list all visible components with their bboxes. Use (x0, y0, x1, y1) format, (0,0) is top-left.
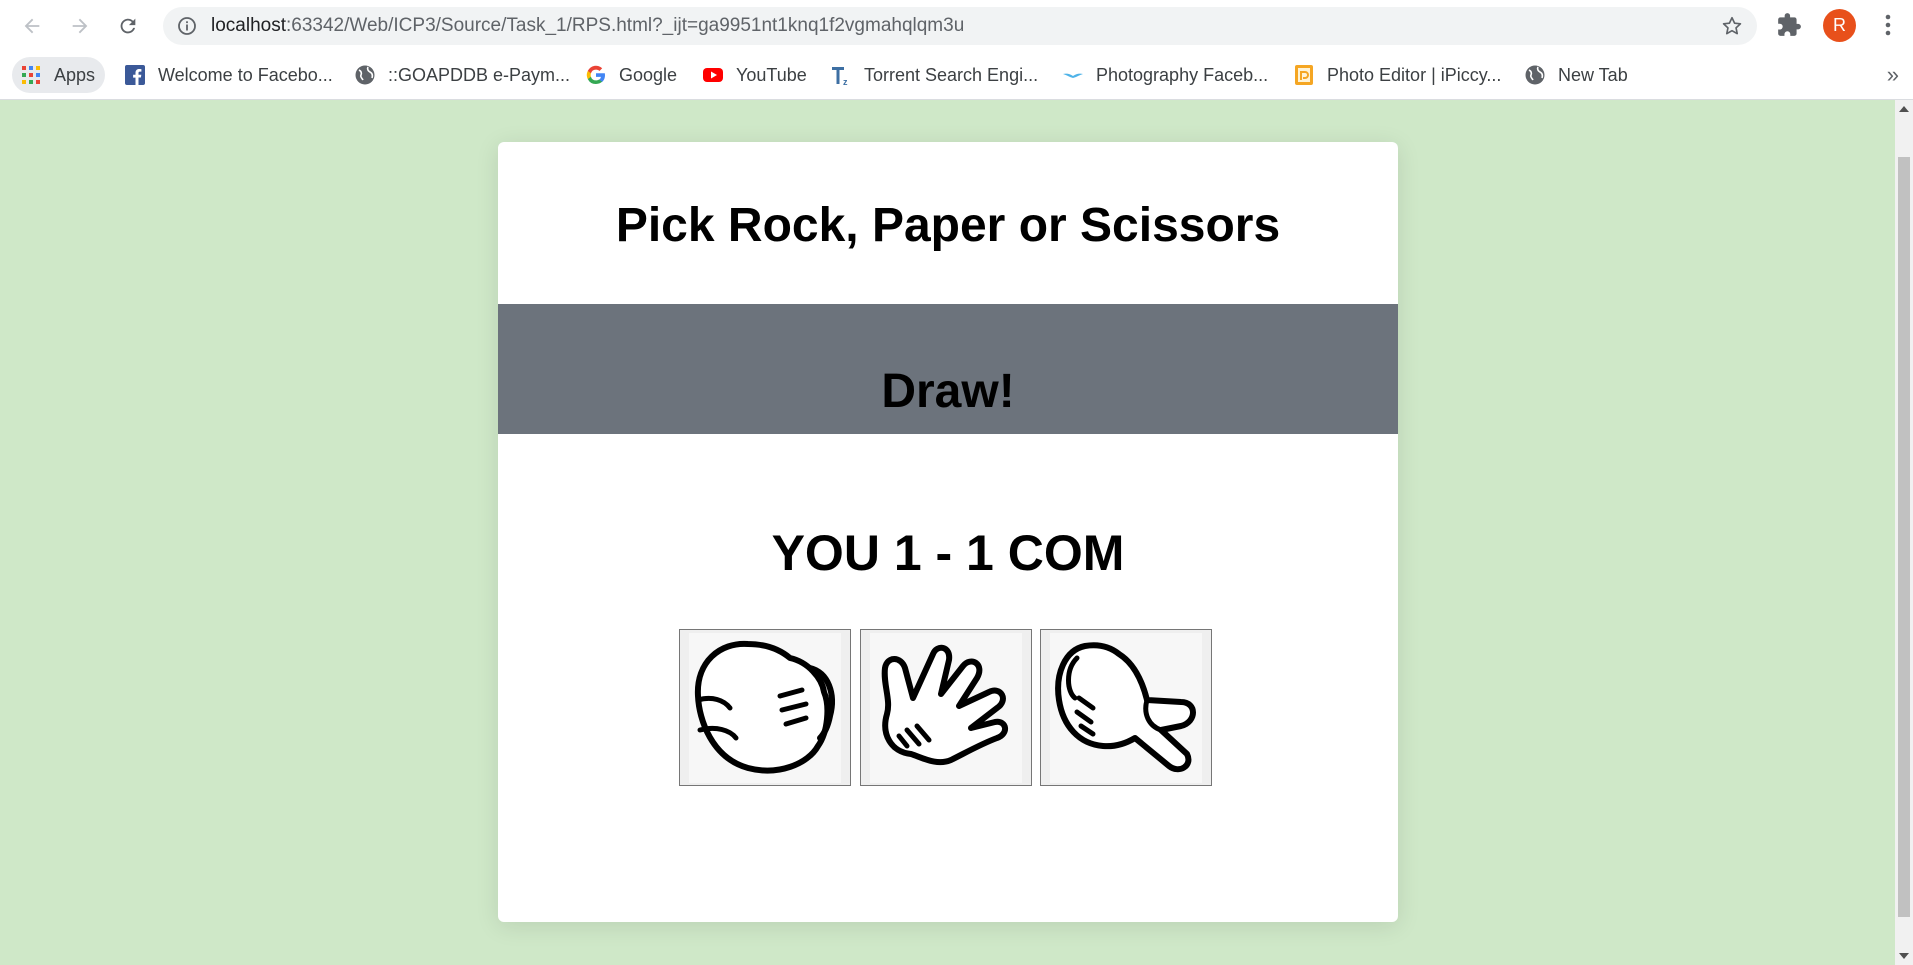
bookmark-google[interactable]: Google (581, 57, 683, 93)
globe-icon (354, 64, 376, 86)
site-info-icon[interactable] (177, 16, 197, 36)
scissors-hand-icon (1055, 641, 1196, 772)
rock-fist-icon (694, 640, 835, 774)
bookmark-label: ::GOAPDDB e-Paym... (388, 64, 571, 85)
rock-button[interactable] (679, 629, 851, 786)
bookmark-apps[interactable]: Apps (12, 57, 106, 93)
forward-button[interactable] (64, 10, 96, 42)
extensions-puzzle-icon[interactable] (1776, 12, 1802, 38)
bookmark-torrent[interactable]: z Torrent Search Engi... (826, 57, 1044, 93)
bookmark-label: Google (619, 64, 678, 85)
bookmark-new-tab[interactable]: New Tab (1520, 57, 1634, 93)
bookmark-label: Photography Faceb... (1096, 64, 1269, 85)
svg-text:z: z (843, 77, 848, 86)
vertical-scrollbar[interactable] (1895, 100, 1913, 965)
youtube-icon (702, 64, 724, 86)
ipiccy-icon (1293, 64, 1315, 86)
browser-toolbar: localhost:63342/Web/ICP3/Source/Task_1/R… (0, 0, 1913, 52)
bookmark-label: Apps (54, 64, 96, 85)
result-banner: Draw! (498, 304, 1398, 434)
scissors-button[interactable] (1040, 629, 1212, 786)
bird-icon (1062, 64, 1084, 86)
google-icon (585, 64, 607, 86)
back-arrow-icon (24, 18, 40, 34)
apps-grid-icon (20, 64, 42, 86)
score-display: YOU 1 - 1 COM (771, 525, 1125, 581)
tz-icon: z (830, 64, 852, 86)
bookmark-ipiccy[interactable]: Photo Editor | iPiccy... (1289, 57, 1507, 93)
bookmarks-bar: Apps Welcome to Facebo... ::GOAPDDB e-Pa… (0, 52, 1913, 100)
scissors-image (1050, 632, 1202, 783)
reload-button[interactable] (112, 10, 144, 42)
bookmark-facebook[interactable]: Welcome to Facebo... (120, 57, 339, 93)
facebook-icon (124, 64, 146, 86)
address-bar[interactable]: localhost:63342/Web/ICP3/Source/Task_1/R… (163, 7, 1757, 45)
more-bookmarks-chevron-icon[interactable]: » (1887, 62, 1899, 88)
bookmark-label: YouTube (736, 64, 807, 85)
bookmark-goapddb[interactable]: ::GOAPDDB e-Paym... (350, 57, 576, 93)
game-card: Pick Rock, Paper or Scissors Draw! YOU 1… (498, 142, 1398, 922)
bookmark-photography[interactable]: Photography Faceb... (1058, 57, 1274, 93)
result-text: Draw! (881, 365, 1015, 418)
url-path: :63342/Web/ICP3/Source/Task_1/RPS.html?_… (286, 15, 965, 36)
bookmark-star-icon[interactable] (1721, 15, 1743, 37)
game-title: Pick Rock, Paper or Scissors (615, 199, 1281, 252)
bookmark-label: Torrent Search Engi... (864, 64, 1039, 85)
url-text: localhost:63342/Web/ICP3/Source/Task_1/R… (211, 7, 964, 45)
bookmark-youtube[interactable]: YouTube (698, 57, 813, 93)
bookmark-label: Welcome to Facebo... (158, 64, 333, 85)
rock-image (689, 632, 841, 783)
url-host: localhost (211, 15, 286, 36)
paper-image (870, 632, 1022, 783)
bookmark-label: New Tab (1558, 64, 1628, 85)
scroll-up-arrow-icon[interactable] (1899, 106, 1909, 112)
reload-icon (120, 18, 136, 34)
bookmark-label: Photo Editor | iPiccy... (1327, 64, 1502, 85)
profile-avatar[interactable]: R (1823, 9, 1856, 42)
paper-button[interactable] (860, 629, 1032, 786)
scrollbar-thumb[interactable] (1898, 157, 1910, 917)
page-viewport: Pick Rock, Paper or Scissors Draw! YOU 1… (0, 100, 1895, 965)
paper-hand-icon (881, 644, 1008, 765)
forward-arrow-icon (72, 18, 88, 34)
back-button[interactable] (16, 10, 48, 42)
scroll-down-arrow-icon[interactable] (1899, 953, 1909, 959)
globe-icon (1524, 64, 1546, 86)
browser-menu-icon[interactable] (1876, 12, 1900, 38)
